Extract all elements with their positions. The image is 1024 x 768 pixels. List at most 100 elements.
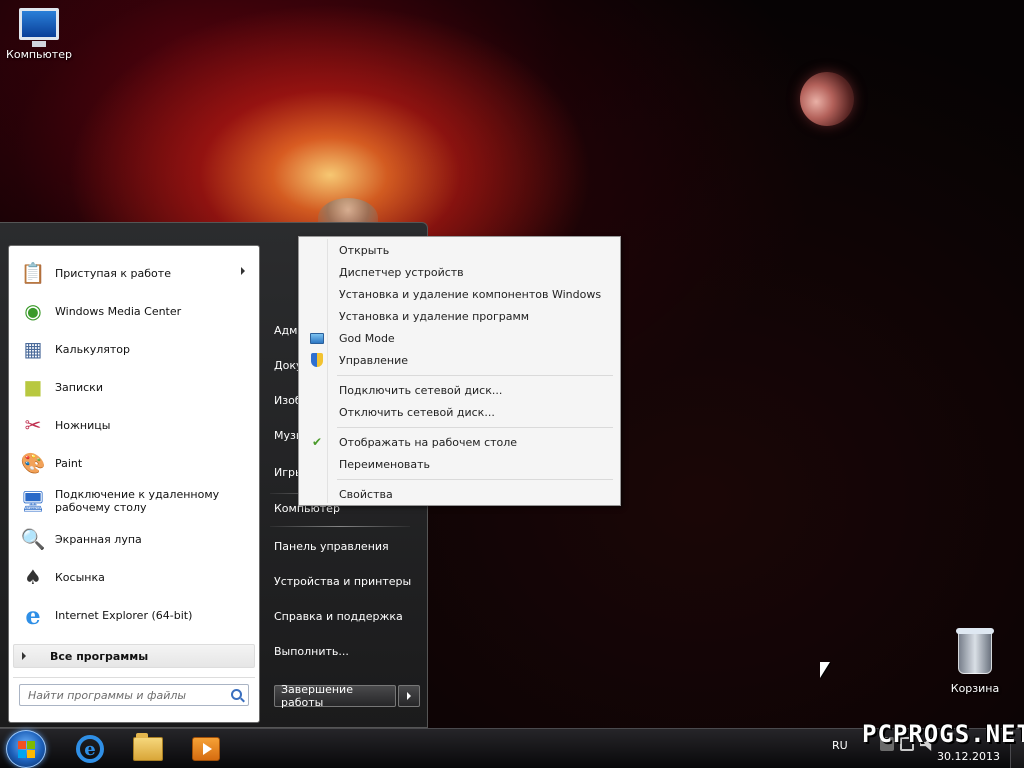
desktop-icon-label: Компьютер bbox=[6, 48, 72, 61]
divider bbox=[13, 677, 255, 678]
program-label: Ножницы bbox=[55, 418, 111, 432]
program-label: Калькулятор bbox=[55, 342, 130, 356]
menu-item-disconnect-network-drive[interactable]: Отключить сетевой диск... bbox=[301, 401, 618, 423]
all-programs-button[interactable]: Все программы bbox=[13, 644, 255, 668]
menu-item-properties[interactable]: Свойства bbox=[301, 483, 618, 505]
program-magnifier[interactable]: 🔍 Экранная лупа bbox=[9, 520, 259, 558]
god-mode-icon bbox=[309, 331, 325, 345]
menu-item-map-network-drive[interactable]: Подключить сетевой диск... bbox=[301, 379, 618, 401]
menu-item-label: Установка и удаление компонентов Windows bbox=[339, 287, 602, 301]
menu-item-label: Открыть bbox=[339, 243, 390, 257]
places-item-run[interactable]: Выполнить... bbox=[270, 638, 420, 664]
desktop-icon-label: Корзина bbox=[950, 682, 1000, 695]
magnifier-icon: 🔍 bbox=[20, 527, 46, 551]
menu-item-god-mode[interactable]: God Mode bbox=[301, 327, 618, 349]
menu-item-device-manager[interactable]: Диспетчер устройств bbox=[301, 261, 618, 283]
menu-item-manage[interactable]: Управление bbox=[301, 349, 618, 371]
search-placeholder: Найти программы и файлы bbox=[28, 688, 187, 702]
checkmark-icon: ✔ bbox=[311, 435, 323, 449]
program-media-center[interactable]: ◉ Windows Media Center bbox=[9, 292, 259, 330]
program-remote-desktop[interactable]: 🖥 Подключение к удаленному рабочему стол… bbox=[9, 482, 259, 520]
shield-icon bbox=[309, 353, 325, 367]
menu-item-label: Свойства bbox=[339, 487, 393, 501]
all-programs-arrow-icon bbox=[22, 652, 26, 660]
menu-item-programs-features[interactable]: Установка и удаление программ bbox=[301, 305, 618, 327]
chevron-right-icon bbox=[407, 692, 411, 700]
calculator-icon: ▦ bbox=[23, 337, 43, 361]
menu-item-label: Установка и удаление программ bbox=[339, 309, 530, 323]
recycle-bin-icon bbox=[956, 628, 994, 674]
all-programs-label: Все программы bbox=[50, 649, 149, 663]
places-item-label: Выполнить... bbox=[274, 644, 349, 658]
computer-icon bbox=[19, 8, 59, 47]
menu-item-label: Отключить сетевой диск... bbox=[339, 405, 495, 419]
shutdown-button[interactable]: Завершение работы bbox=[274, 683, 396, 709]
snipping-tool-icon: ✂ bbox=[24, 413, 42, 437]
program-snipping-tool[interactable]: ✂ Ножницы bbox=[9, 406, 259, 444]
clock-date[interactable]: 30.12.2013 bbox=[934, 750, 1000, 763]
watermark: PCPROGS.NET bbox=[862, 720, 1024, 748]
program-sticky-notes[interactable]: ■ Записки bbox=[9, 368, 259, 406]
solitaire-icon: ♠ bbox=[24, 565, 42, 589]
program-label: Косынка bbox=[55, 570, 105, 584]
places-item-devices-printers[interactable]: Устройства и принтеры bbox=[270, 568, 420, 594]
media-center-icon: ◉ bbox=[24, 299, 42, 323]
places-item-help[interactable]: Справка и поддержка bbox=[270, 603, 420, 629]
search-icon bbox=[231, 689, 242, 700]
menu-item-rename[interactable]: Переименовать bbox=[301, 453, 618, 475]
shutdown-options-button[interactable] bbox=[398, 685, 420, 707]
menu-item-label: Переименовать bbox=[339, 457, 431, 471]
program-label: Подключение к удаленному рабочему столу bbox=[55, 488, 220, 514]
menu-item-label: Диспетчер устройств bbox=[339, 265, 464, 279]
program-getting-started[interactable]: 📋 Приступая к работе bbox=[9, 254, 259, 292]
menu-item-label: Управление bbox=[339, 353, 409, 367]
divider bbox=[270, 526, 410, 527]
shutdown-label: Завершение работы bbox=[281, 683, 353, 709]
program-label: Windows Media Center bbox=[55, 304, 182, 318]
places-item-label: Панель управления bbox=[274, 539, 389, 553]
places-item-label: Устройства и принтеры bbox=[274, 574, 412, 588]
menu-separator bbox=[337, 479, 613, 480]
remote-desktop-icon: 🖥 bbox=[20, 489, 46, 513]
start-button[interactable] bbox=[6, 730, 46, 768]
start-search-input[interactable]: Найти программы и файлы bbox=[19, 684, 249, 706]
mouse-cursor-icon bbox=[820, 662, 830, 678]
taskbar-internet-explorer[interactable]: e bbox=[70, 732, 110, 766]
internet-explorer-icon: e bbox=[76, 735, 104, 763]
menu-item-windows-components[interactable]: Установка и удаление компонентов Windows bbox=[301, 283, 618, 305]
getting-started-icon: 📋 bbox=[20, 261, 46, 285]
program-calculator[interactable]: ▦ Калькулятор bbox=[9, 330, 259, 368]
taskbar-explorer[interactable] bbox=[128, 732, 168, 766]
explorer-folder-icon bbox=[133, 733, 163, 761]
wallpaper-planet bbox=[800, 72, 854, 126]
internet-explorer-icon: e bbox=[25, 600, 41, 630]
menu-item-open[interactable]: Открыть bbox=[301, 239, 618, 261]
language-indicator[interactable]: RU bbox=[832, 739, 848, 752]
menu-separator bbox=[337, 375, 613, 376]
program-label: Приступая к работе bbox=[55, 266, 171, 280]
desktop-icon-computer[interactable]: Компьютер bbox=[4, 8, 74, 61]
program-list: 📋 Приступая к работе ◉ Windows Media Cen… bbox=[9, 254, 259, 634]
places-item-control-panel[interactable]: Панель управления bbox=[270, 533, 420, 559]
program-label: Paint bbox=[55, 456, 83, 470]
menu-item-label: God Mode bbox=[339, 331, 395, 345]
menu-item-label: Подключить сетевой диск... bbox=[339, 383, 503, 397]
menu-separator bbox=[337, 427, 613, 428]
windows-logo-icon bbox=[17, 740, 26, 749]
desktop-icon-recycle-bin[interactable]: Корзина bbox=[944, 628, 1006, 695]
menu-item-show-on-desktop[interactable]: ✔ Отображать на рабочем столе bbox=[301, 431, 618, 453]
menu-item-label: Отображать на рабочем столе bbox=[339, 435, 518, 449]
program-paint[interactable]: 🎨 Paint bbox=[9, 444, 259, 482]
program-solitaire[interactable]: ♠ Косынка bbox=[9, 558, 259, 596]
program-internet-explorer[interactable]: e Internet Explorer (64-bit) bbox=[9, 596, 259, 634]
program-label: Internet Explorer (64-bit) bbox=[55, 608, 193, 622]
submenu-arrow-icon bbox=[241, 267, 245, 275]
places-item-label: Справка и поддержка bbox=[274, 609, 403, 623]
paint-icon: 🎨 bbox=[20, 451, 46, 475]
taskbar-media-player[interactable] bbox=[186, 732, 226, 766]
media-player-icon bbox=[192, 737, 220, 761]
program-label: Экранная лупа bbox=[55, 532, 142, 546]
sticky-notes-icon: ■ bbox=[23, 375, 43, 399]
program-label: Записки bbox=[55, 380, 103, 394]
start-menu-programs-pane: 📋 Приступая к работе ◉ Windows Media Cen… bbox=[8, 245, 260, 723]
